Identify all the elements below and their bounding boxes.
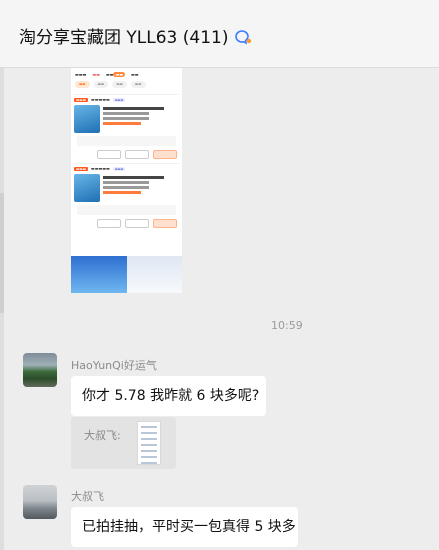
avatar[interactable] [23, 353, 57, 387]
avatar[interactable] [23, 485, 57, 519]
sender-name: HaoYunQi好运气 [71, 359, 157, 372]
quoted-image-thumbnail [137, 421, 161, 465]
chat-header: 淘分享宝藏团 YLL63 (411) [0, 0, 439, 68]
message-bubble[interactable]: 已拍挂抽，平时买一包真得 5 块多 [71, 507, 298, 547]
message-timestamp: 10:59 [271, 319, 303, 332]
chat-bubble-icon[interactable] [234, 29, 252, 50]
message-bubble[interactable]: 你才 5.78 我昨就 6 块多呢? [71, 376, 266, 416]
shared-image[interactable]: ▬▬▬ ▬▬ ▬▬ ▬▬ ▬▬ ▬▬ ▬▬ ▬▬ ▬▬ ▬▬▬ ▬▬▬▬▬ ▬▬▬ ▬▬▬ ▬▬▬▬… [71, 68, 182, 293]
group-name: 淘分享宝藏团 YLL63 (411) [19, 28, 229, 48]
left-edge [0, 68, 4, 550]
sender-name: 大叔飞 [71, 490, 104, 503]
quoted-message[interactable]: 大叔飞: [71, 417, 176, 469]
quoted-sender: 大叔飞: [84, 429, 121, 442]
chat-title[interactable]: 淘分享宝藏团 YLL63 (411) [19, 23, 252, 50]
